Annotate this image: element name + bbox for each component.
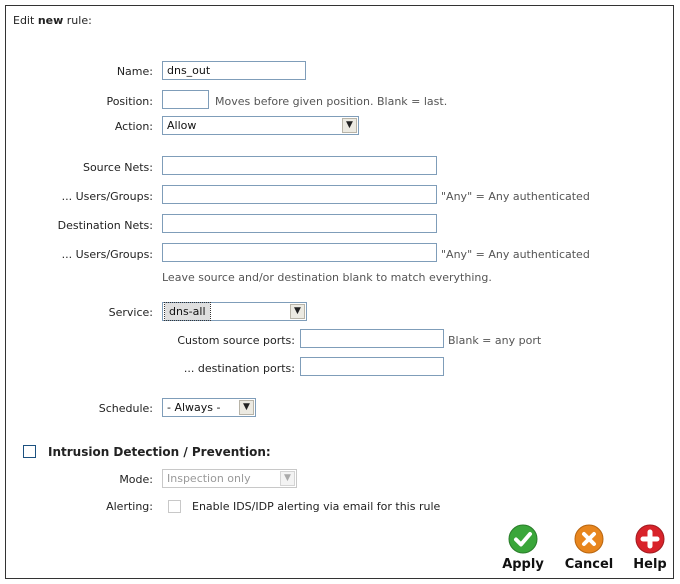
dest-users-input[interactable] xyxy=(162,243,437,262)
source-nets-input[interactable] xyxy=(162,156,437,175)
name-input[interactable]: dns_out xyxy=(162,61,306,80)
plus-icon xyxy=(635,524,665,554)
custom-source-ports-input[interactable] xyxy=(300,329,444,348)
action-label: Action: xyxy=(114,120,153,133)
mode-select[interactable]: Inspection only ▼ xyxy=(162,469,297,488)
mode-selected-value: Inspection only xyxy=(167,472,251,485)
title-prefix: Edit xyxy=(13,14,38,27)
apply-label: Apply xyxy=(502,557,544,572)
chevron-down-icon[interactable]: ▼ xyxy=(280,471,295,486)
custom-dest-ports-input[interactable] xyxy=(300,357,444,376)
service-label: Service: xyxy=(108,306,153,319)
title-emphasis: new xyxy=(37,14,64,27)
alerting-checkbox[interactable] xyxy=(168,500,181,513)
dest-users-label: ... Users/Groups: xyxy=(61,248,153,261)
mode-label: Mode: xyxy=(119,473,153,486)
rule-editor-panel: Edit new rule: Name: dns_out Position: M… xyxy=(5,5,674,579)
action-selected-value: Allow xyxy=(167,119,197,132)
idp-enable-checkbox[interactable] xyxy=(23,445,36,458)
dest-nets-label: Destination Nets: xyxy=(57,219,153,232)
position-hint: Moves before given position. Blank = las… xyxy=(215,95,448,108)
idp-section-title: Intrusion Detection / Prevention: xyxy=(48,445,271,459)
x-icon xyxy=(574,524,604,554)
action-select[interactable]: Allow ▼ xyxy=(162,116,359,135)
name-label: Name: xyxy=(116,65,153,78)
schedule-select[interactable]: - Always - ▼ xyxy=(162,398,256,417)
dest-nets-input[interactable] xyxy=(162,214,437,233)
schedule-selected-value: - Always - xyxy=(167,401,221,414)
apply-button[interactable]: Apply xyxy=(500,524,546,572)
source-users-label: ... Users/Groups: xyxy=(61,190,153,203)
service-selected-value: dns-all xyxy=(164,302,211,321)
source-nets-label: Source Nets: xyxy=(82,161,153,174)
page-title: Edit new rule: xyxy=(13,14,92,27)
custom-source-ports-hint: Blank = any port xyxy=(448,334,542,347)
help-button[interactable]: Help xyxy=(629,524,671,572)
dest-users-hint: "Any" = Any authenticated xyxy=(441,248,590,261)
source-users-hint: "Any" = Any authenticated xyxy=(441,190,590,203)
chevron-down-icon[interactable]: ▼ xyxy=(342,118,357,133)
help-label: Help xyxy=(633,557,667,572)
title-suffix: rule: xyxy=(63,14,92,27)
chevron-down-icon[interactable]: ▼ xyxy=(239,400,254,415)
schedule-label: Schedule: xyxy=(98,402,153,415)
blank-match-note: Leave source and/or destination blank to… xyxy=(162,271,492,284)
alerting-label: Alerting: xyxy=(106,500,153,513)
custom-source-ports-label: Custom source ports: xyxy=(177,334,295,347)
position-label: Position: xyxy=(106,95,153,108)
check-icon xyxy=(508,524,538,554)
position-input[interactable] xyxy=(162,90,209,109)
custom-dest-ports-label: ... destination ports: xyxy=(183,362,295,375)
service-select[interactable]: dns-all ▼ xyxy=(162,302,307,321)
source-users-input[interactable] xyxy=(162,185,437,204)
chevron-down-icon[interactable]: ▼ xyxy=(290,304,305,319)
alerting-text: Enable IDS/IDP alerting via email for th… xyxy=(192,500,441,513)
cancel-label: Cancel xyxy=(564,557,614,572)
cancel-button[interactable]: Cancel xyxy=(561,524,617,572)
